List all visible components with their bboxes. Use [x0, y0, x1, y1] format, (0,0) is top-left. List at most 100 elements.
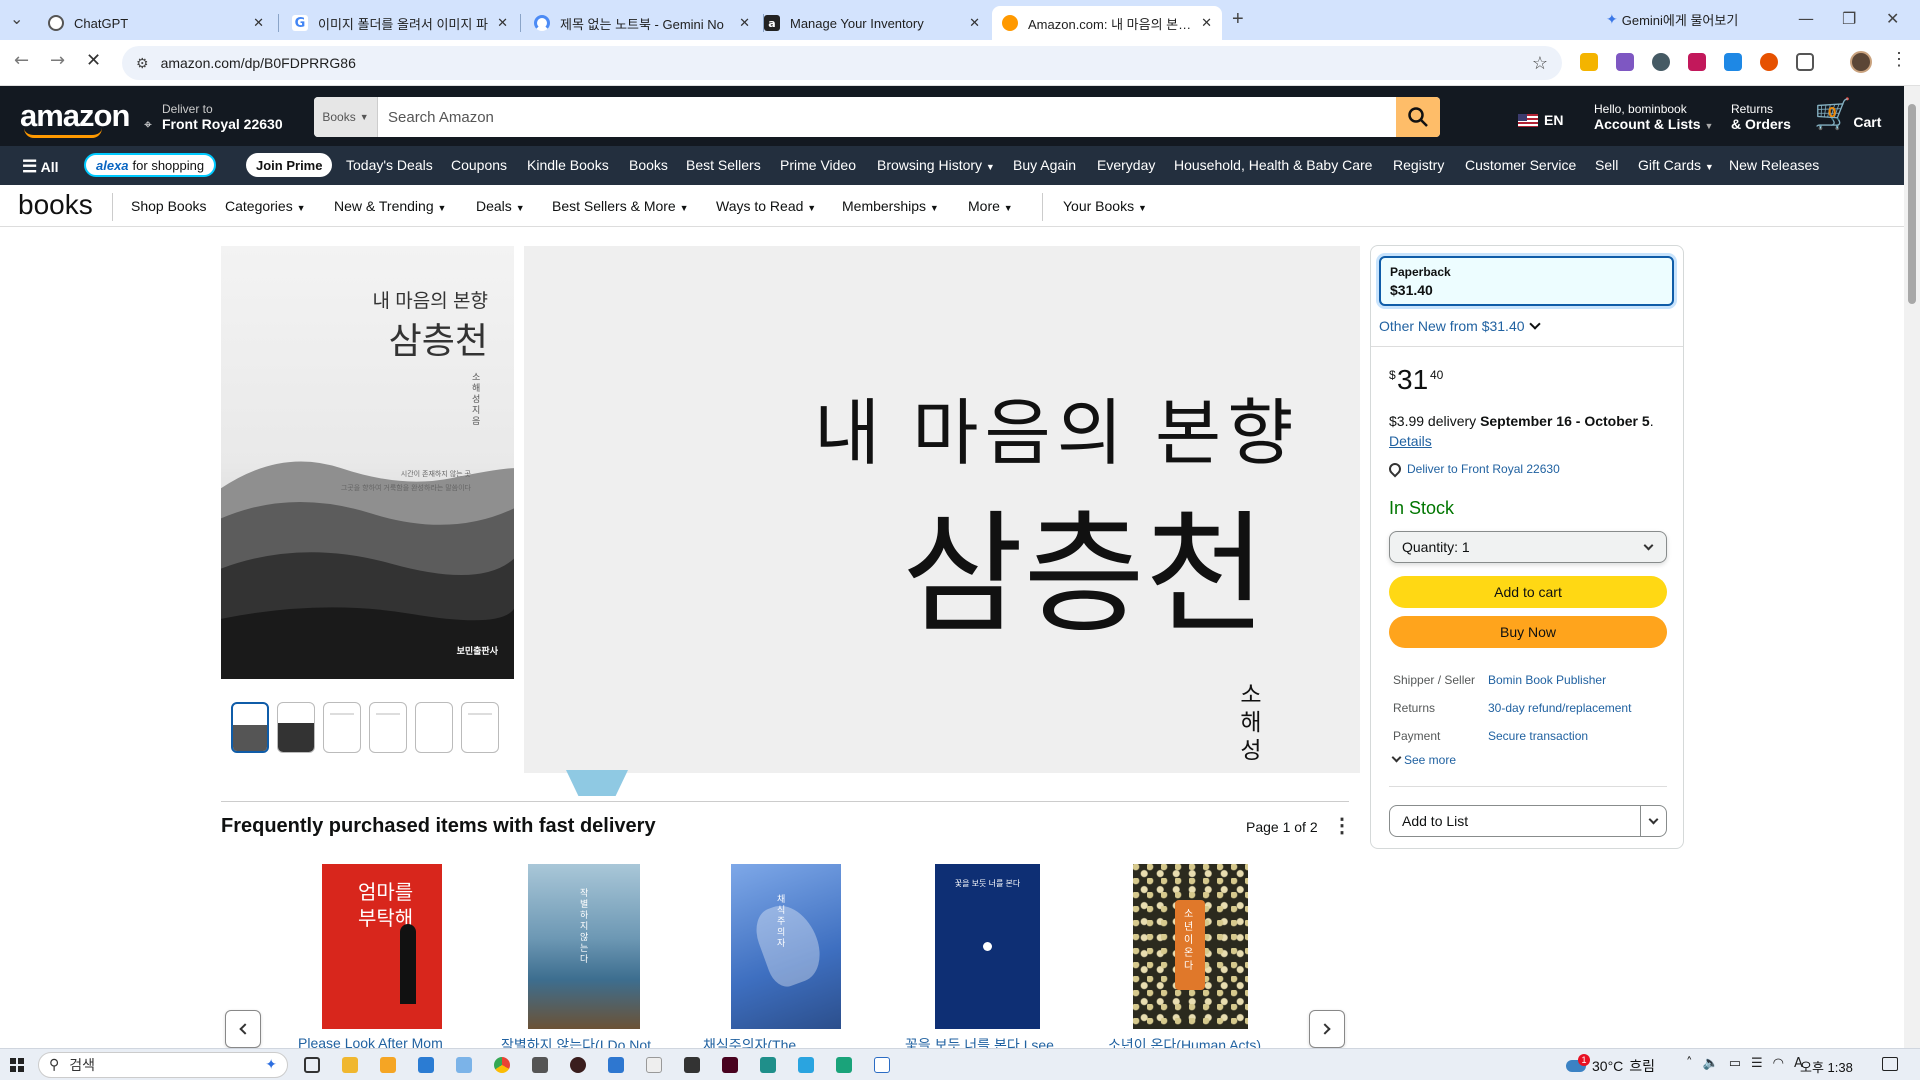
book-cover-1[interactable]: 엄마를 부탁해 [322, 864, 442, 1029]
subnav-new-trending[interactable]: New & Trending ▼ [334, 198, 446, 214]
book-cover-3[interactable]: 채식주의자 [731, 864, 841, 1029]
new-tab-plus-icon[interactable]: + [1232, 8, 1244, 31]
subnav-ways-to-read[interactable]: Ways to Read ▼ [716, 198, 816, 214]
format-option-paperback[interactable]: Paperback $31.40 [1379, 256, 1674, 306]
app-icon[interactable] [684, 1057, 700, 1073]
extension-icon[interactable] [1760, 53, 1778, 71]
seller-link[interactable]: Bomin Book Publisher [1488, 673, 1606, 687]
window-close-icon[interactable]: ✕ [1886, 9, 1899, 28]
network-icon[interactable]: ☰ [1751, 1056, 1763, 1071]
app-icon[interactable] [836, 1057, 852, 1073]
wifi-icon[interactable]: ◠ [1773, 1056, 1784, 1071]
app-icon[interactable] [874, 1057, 890, 1073]
nav-registry[interactable]: Registry [1393, 157, 1444, 173]
taskbar-search[interactable]: ⚲ 검색 ✦ [38, 1052, 288, 1078]
subnav-best-sellers-more[interactable]: Best Sellers & More ▼ [552, 198, 689, 214]
extension-icon[interactable] [1580, 53, 1598, 71]
language-selector[interactable]: EN [1518, 112, 1563, 128]
extension-icon[interactable] [1616, 53, 1634, 71]
zip-app-icon[interactable] [380, 1057, 396, 1073]
indesign-icon[interactable] [722, 1057, 738, 1073]
close-icon[interactable]: ✕ [253, 16, 264, 31]
nav-gift-cards[interactable]: Gift Cards ▼ [1638, 157, 1714, 173]
taskbar-clock[interactable]: 오후 1:38 [1800, 1057, 1853, 1076]
delivery-details-link[interactable]: Details [1389, 433, 1432, 449]
thumbnail-5[interactable] [415, 702, 453, 753]
task-view-icon[interactable] [304, 1057, 320, 1073]
notification-icon[interactable] [1882, 1057, 1898, 1071]
nav-buy-again[interactable]: Buy Again [1013, 157, 1076, 173]
nav-prime-video[interactable]: Prime Video [780, 157, 856, 173]
search-button[interactable] [1396, 97, 1440, 137]
tab-chatgpt[interactable]: ChatGPT ✕ [38, 6, 274, 40]
nav-browsing-history[interactable]: Browsing History ▼ [877, 157, 995, 173]
chevron-up-icon[interactable]: ˄ [1686, 1056, 1693, 1071]
search-category-dropdown[interactable]: Books ▼ [314, 97, 378, 137]
add-to-cart-button[interactable]: Add to cart [1389, 576, 1667, 608]
deliver-to-button[interactable]: ⌖ Deliver to Front Royal 22630 [144, 102, 283, 132]
display-icon[interactable]: ▭ [1729, 1056, 1741, 1071]
subnav-deals[interactable]: Deals ▼ [476, 198, 525, 214]
subnav-categories[interactable]: Categories ▼ [225, 198, 306, 214]
other-new-offers-link[interactable]: Other New from $31.40 [1379, 318, 1541, 334]
book-cover-5[interactable]: 소년이 온다 [1133, 864, 1248, 1029]
carousel-prev-button[interactable] [225, 1010, 261, 1048]
books-logo[interactable]: books [18, 189, 93, 221]
thumbnail-4[interactable] [369, 702, 407, 753]
nav-books[interactable]: Books [629, 157, 668, 173]
carousel-next-button[interactable] [1309, 1010, 1345, 1048]
extension-icon[interactable] [1724, 53, 1742, 71]
gemini-ask-button[interactable]: ✦ Gemini에게 물어보기 [1606, 10, 1738, 29]
book-cover-4[interactable]: 꽃을 보듯 너를 본다 [935, 864, 1040, 1029]
nav-new-releases[interactable]: New Releases [1729, 157, 1819, 173]
secure-transaction-link[interactable]: Secure transaction [1488, 729, 1588, 743]
tab-gemini-notebook[interactable]: 제목 없는 노트북 - Gemini No ✕ [524, 6, 760, 40]
app-icon[interactable] [532, 1057, 548, 1073]
thumbnail-6[interactable] [461, 702, 499, 753]
weather-widget[interactable]: 1 30°C 흐림 [1566, 1054, 1655, 1076]
close-icon[interactable]: ✕ [969, 16, 980, 31]
subnav-memberships[interactable]: Memberships ▼ [842, 198, 939, 214]
search-input[interactable] [378, 97, 1396, 137]
forward-icon[interactable]: → [50, 50, 65, 71]
notepad-icon[interactable] [646, 1057, 662, 1073]
scrollbar-thumb[interactable] [1908, 104, 1916, 304]
speaker-icon[interactable]: 🔈 [1703, 1056, 1719, 1071]
stop-loading-icon[interactable]: ✕ [86, 50, 101, 71]
book-cover-2[interactable]: 작별하지 않는다 [528, 864, 640, 1029]
tab-manage-inventory[interactable]: a Manage Your Inventory ✕ [754, 6, 990, 40]
tab-google-image[interactable]: G 이미지 폴더를 올려서 이미지 파 ✕ [282, 6, 518, 40]
all-menu-button[interactable]: ☰ All [22, 157, 59, 177]
nav-todays-deals[interactable]: Today's Deals [346, 157, 433, 173]
nav-kindle-books[interactable]: Kindle Books [527, 157, 609, 173]
quantity-dropdown[interactable]: Quantity: 1 [1389, 531, 1667, 563]
cart-button[interactable]: 🛒 0 Cart [1814, 100, 1881, 131]
carousel-options-icon[interactable]: ⋮ [1332, 816, 1352, 836]
minimize-icon[interactable]: — [1798, 9, 1814, 28]
windows-start-icon[interactable] [10, 1058, 24, 1072]
page-scrollbar[interactable] [1904, 86, 1920, 1048]
product-main-image[interactable]: 내 마음의 본향 삼층천 소해성 지음 시간이 존재하지 않는 곳 그곳을 향하… [221, 246, 514, 679]
thumbnail-1[interactable] [231, 702, 269, 753]
app-icon[interactable] [798, 1057, 814, 1073]
download-extension-icon[interactable] [1688, 53, 1706, 71]
app-icon[interactable] [608, 1057, 624, 1073]
address-bar[interactable]: ⚙ amazon.com/dp/B0FDPRRG86 ☆ [122, 46, 1562, 80]
extensions-puzzle-icon[interactable] [1796, 53, 1814, 71]
buy-now-button[interactable]: Buy Now [1389, 616, 1667, 648]
browser-menu-icon[interactable]: ⋮ [1890, 49, 1908, 70]
subnav-more[interactable]: More ▼ [968, 198, 1013, 214]
nav-everyday[interactable]: Everyday [1097, 157, 1155, 173]
nav-coupons[interactable]: Coupons [451, 157, 507, 173]
site-info-icon[interactable]: ⚙ [136, 55, 149, 72]
subnav-your-books[interactable]: Your Books ▼ [1063, 198, 1147, 214]
deliver-to-link[interactable]: Deliver to Front Royal 22630 [1386, 460, 1560, 478]
returns-orders-link[interactable]: Returns & Orders [1731, 102, 1791, 132]
thumbnail-3[interactable] [323, 702, 361, 753]
app-icon[interactable] [418, 1057, 434, 1073]
close-icon[interactable]: ✕ [739, 16, 750, 31]
nav-sell[interactable]: Sell [1595, 157, 1618, 173]
close-icon[interactable]: ✕ [497, 16, 508, 31]
profile-avatar[interactable] [1850, 51, 1872, 73]
add-to-list-dropdown[interactable] [1640, 806, 1666, 836]
